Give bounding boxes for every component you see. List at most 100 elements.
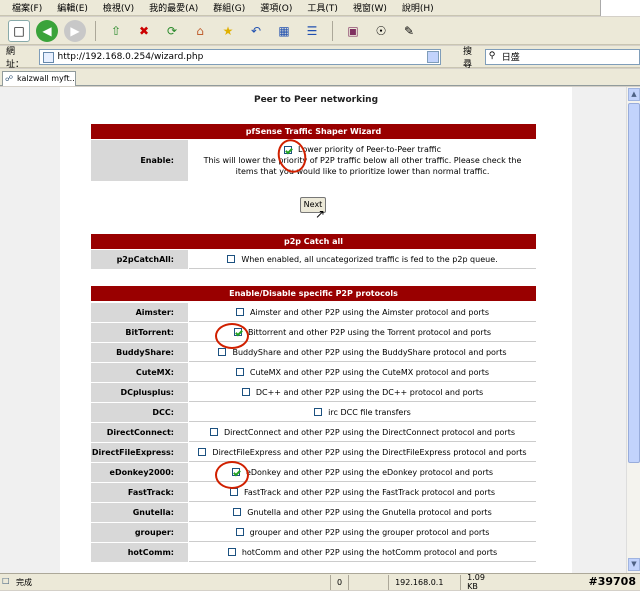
scroll-up-icon[interactable]: ▲ — [628, 88, 640, 101]
protocol-checkbox[interactable] — [209, 428, 218, 436]
favorites-star-icon[interactable]: ★ — [217, 20, 239, 42]
protocol-row: DirectConnect: DirectConnect and other P2… — [91, 423, 536, 443]
protocols-header: Enable/Disable specific P2P protocols — [91, 286, 536, 301]
protocol-value: DirectConnect and other P2P using the Di… — [189, 423, 536, 442]
address-input[interactable]: http://192.168.0.254/wizard.php — [38, 48, 442, 65]
protocol-checkbox[interactable] — [198, 448, 207, 456]
protocol-text: DirectFileExpress and other P2P using th… — [212, 447, 527, 457]
forward-icon[interactable]: ▶ — [64, 19, 86, 42]
enable-value: Lower priority of Peer-to-Peer traffic T… — [189, 140, 536, 181]
protocol-checkbox[interactable] — [235, 368, 244, 376]
protocol-row: Gnutella: Gnutella and other P2P using th… — [91, 503, 536, 523]
annotation-circle — [215, 461, 249, 489]
protocol-value: hotComm and other P2P using the hotComm … — [189, 543, 536, 562]
compass-icon[interactable]: ☉ — [370, 20, 392, 42]
page-favicon-icon — [42, 51, 54, 63]
protocol-label: Gnutella: — [91, 503, 189, 522]
catchall-label: p2pCatchAll: — [91, 250, 189, 269]
back-icon[interactable]: ◀ — [36, 19, 58, 42]
protocol-row: hotComm: hotComm and other P2P using the … — [91, 543, 536, 563]
catchall-text: When enabled, all uncategorized traffic … — [241, 254, 498, 264]
home-icon[interactable]: ⌂ — [189, 20, 211, 42]
protocol-checkbox[interactable] — [230, 488, 238, 496]
protocol-row: BitTorrent: Bittorrent and other P2P usin… — [91, 323, 536, 343]
address-dropdown-icon[interactable] — [427, 50, 440, 63]
new-page-icon[interactable]: □ — [8, 19, 30, 42]
menu-window[interactable]: 視窗(W) — [353, 1, 387, 14]
scroll-thumb[interactable] — [628, 103, 640, 463]
menu-groups[interactable]: 群組(G) — [213, 1, 245, 14]
protocol-checkbox[interactable] — [227, 548, 236, 556]
search-input[interactable]: ⚲ 日盛 — [484, 48, 640, 65]
protocol-value: grouper and other P2P using the grouper … — [189, 523, 536, 542]
content-viewport: Peer to Peer networking pfSense Traffic … — [0, 87, 626, 573]
protocol-label: hotComm: — [91, 543, 189, 562]
protocol-value: Aimster and other P2P using the Aimster … — [189, 303, 536, 322]
tools-icon[interactable]: ✎ — [398, 20, 420, 42]
tab-bar: ☍ kalzwall myft... — [0, 69, 640, 86]
protocol-checkbox[interactable] — [241, 388, 250, 396]
status-bar: □ 完成 0 192.168.0.1 1.09 KB #39708 — [0, 573, 640, 591]
protocol-checkbox[interactable] — [235, 528, 244, 536]
menu-tools[interactable]: 工具(T) — [307, 1, 338, 14]
tab-favicon-icon: ☍ — [5, 74, 14, 83]
protocol-text: FastTrack and other P2P using the FastTr… — [244, 487, 495, 497]
catchall-checkbox[interactable] — [227, 255, 236, 263]
protocol-text: Bittorrent and other P2P using the Torre… — [247, 327, 492, 337]
panel-icon[interactable]: ▦ — [273, 20, 295, 42]
page-title: Peer to Peer networking — [253, 95, 379, 105]
protocol-value: DirectFileExpress and other P2P using th… — [189, 443, 536, 462]
toolbar: □ ◀ ▶ ⇧ ✖ ⟳ ⌂ ★ ↶ ▦ ☰ ▣ ☉ ✎ — [0, 17, 640, 45]
refresh-icon[interactable]: ⟳ — [161, 20, 183, 42]
protocol-label: BuddyShare: — [91, 343, 189, 362]
enable-checkbox-label: Lower priority of Peer-to-Peer traffic — [298, 145, 441, 154]
protocol-label: CuteMX: — [91, 363, 189, 382]
page-icon[interactable]: ▣ — [342, 20, 364, 42]
wizard-header: pfSense Traffic Shaper Wizard — [91, 124, 536, 139]
protocol-text: Aimster and other P2P using the Aimster … — [250, 307, 489, 317]
scroll-down-icon[interactable]: ▼ — [628, 558, 640, 571]
status-ip: 192.168.0.1 — [388, 574, 460, 590]
address-bar: 網址： http://192.168.0.254/wizard.php 搜尋 ⚲… — [0, 46, 640, 70]
status-size: 1.09 KB — [460, 573, 504, 591]
menu-file[interactable]: 檔案(F) — [12, 1, 42, 14]
protocol-label: DirectFileExpress: — [91, 443, 189, 462]
search-icon: ⚲ — [488, 50, 496, 61]
stop-icon[interactable]: ✖ — [133, 20, 155, 42]
menu-favorites[interactable]: 我的最愛(A) — [149, 1, 198, 14]
status-text: □ 完成 — [2, 575, 32, 587]
up-folder-icon[interactable]: ⇧ — [105, 20, 127, 42]
catchall-row: p2pCatchAll: When enabled, all uncategor… — [91, 250, 536, 270]
tab-label: kalzwall myft... — [17, 74, 76, 83]
menu-edit[interactable]: 編輯(E) — [57, 1, 88, 14]
protocol-row: DCplusplus: DC++ and other P2P using the … — [91, 383, 536, 403]
list-icon[interactable]: ☰ — [301, 20, 323, 42]
vertical-scrollbar[interactable]: ▲ ▼ — [626, 87, 640, 573]
menu-bar: 檔案(F) 編輯(E) 檢視(V) 我的最愛(A) 群組(G) 選項(O) 工具… — [0, 0, 640, 16]
protocol-text: BuddyShare and other P2P using the Buddy… — [232, 347, 507, 357]
protocol-text: DirectConnect and other P2P using the Di… — [223, 427, 516, 437]
protocol-label: Aimster: — [91, 303, 189, 322]
enable-label: Enable: — [91, 140, 189, 181]
protocol-text: hotComm and other P2P using the hotComm … — [241, 547, 498, 557]
search-label: 搜尋 — [463, 46, 473, 70]
protocol-row: Aimster: Aimster and other P2P using the … — [91, 303, 536, 323]
menu-help[interactable]: 說明(H) — [402, 1, 434, 14]
protocol-label: BitTorrent: — [91, 323, 189, 342]
undo-icon[interactable]: ↶ — [245, 20, 267, 42]
protocol-checkbox[interactable] — [236, 308, 244, 316]
tab-current[interactable]: ☍ kalzwall myft... — [2, 71, 76, 86]
protocol-value: CuteMX and other P2P using the CuteMX pr… — [189, 363, 536, 382]
menu-view[interactable]: 檢視(V) — [103, 1, 134, 14]
protocol-label: grouper: — [91, 523, 189, 542]
protocol-value: irc DCC file transfers — [189, 403, 536, 422]
protocol-label: DCC: — [91, 403, 189, 422]
protocol-checkbox[interactable] — [233, 508, 242, 516]
protocol-checkbox[interactable] — [218, 348, 227, 356]
protocol-label: FastTrack: — [91, 483, 189, 502]
protocol-label: DirectConnect: — [91, 423, 189, 442]
menu-options[interactable]: 選項(O) — [260, 1, 292, 14]
enable-row: Enable: Lower priority of Peer-to-Peer t… — [91, 140, 536, 182]
protocol-row: DCC: irc DCC file transfers — [91, 403, 536, 423]
protocol-checkbox[interactable] — [314, 408, 323, 416]
